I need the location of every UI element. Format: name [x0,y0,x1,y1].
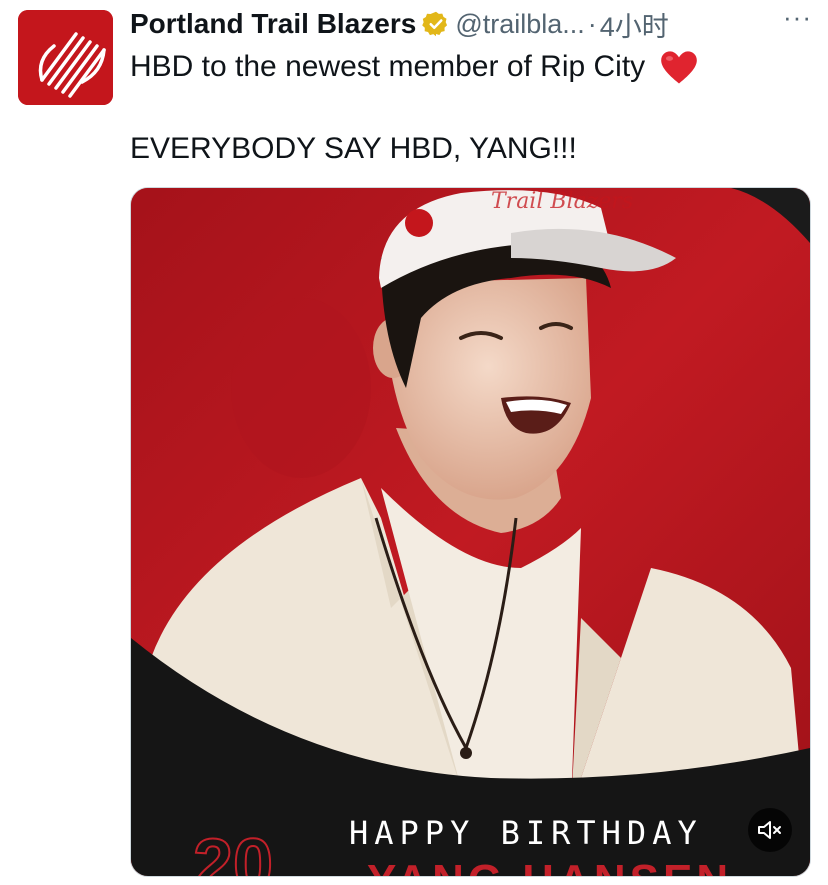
tweet-media-video[interactable]: Trail Blazers 20 HAPPY BIRTHDAY YANG HAN… [130,187,811,877]
trail-blazers-logo-icon [18,10,113,105]
tweet-text: HBD to the newest member of Rip City [130,50,646,83]
timestamp[interactable]: 4小时 [600,5,669,44]
red-heart-icon [660,51,697,84]
player-photo: Trail Blazers [131,188,810,876]
handle[interactable]: @trailbla... [455,9,584,40]
svg-text:Trail Blazers: Trail Blazers [491,189,633,214]
verified-badge-icon [422,11,448,37]
avatar[interactable] [18,10,113,105]
tweet-text-line-2: EVERYBODY SAY HBD, YANG!!! [130,132,577,165]
tweet-text-line-1: HBD to the newest member of Rip City [130,50,698,86]
player-name: YANG HANSEN [367,856,732,876]
display-name[interactable]: Portland Trail Blazers [130,8,416,40]
media-caption: HAPPY BIRTHDAY [349,814,703,852]
more-options-button[interactable]: ··· [783,2,812,33]
separator-dot: · [587,8,597,39]
jersey-number: 20 [192,824,274,877]
mute-button[interactable] [748,808,792,852]
tweet-header: Portland Trail Blazers @trailbla... · 4小… [130,2,818,46]
speaker-muted-icon [758,821,781,839]
